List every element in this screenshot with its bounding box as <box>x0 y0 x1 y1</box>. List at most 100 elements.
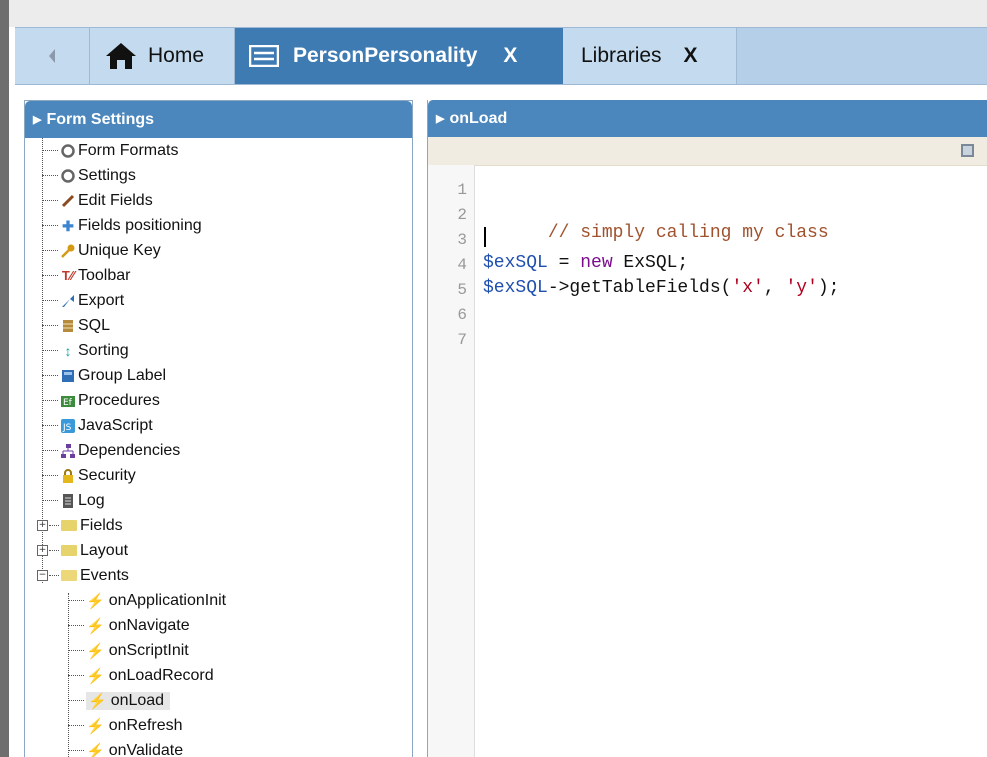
form-list-icon <box>249 45 279 67</box>
editor-title: onLoad <box>449 109 508 127</box>
tab-libraries-close-button[interactable]: X <box>684 44 698 68</box>
tree-item-label: onValidate <box>108 741 184 757</box>
tab-libraries[interactable]: Libraries X <box>563 28 737 84</box>
tab-scroll-left-button[interactable] <box>15 28 90 84</box>
lightning-bolt-icon: ⚡ <box>86 717 105 735</box>
folder-open-icon <box>61 570 77 581</box>
tree-item-label: Procedures <box>78 391 160 409</box>
selected-item-highlight: ⚡ onLoad <box>86 691 171 710</box>
code-line-5: $exSQL->getTableFields('x', 'y'); <box>483 278 840 298</box>
text-cursor <box>484 227 486 247</box>
tree-event-onrefresh[interactable]: ⚡ onRefresh <box>68 713 183 738</box>
tree-item-unique-key[interactable]: Unique Key <box>42 238 161 263</box>
tree-item-sorting[interactable]: ↕ Sorting <box>42 338 129 363</box>
tree-item-label: Form Formats <box>78 141 179 159</box>
group-label-icon <box>60 368 76 384</box>
form-settings-header[interactable]: ▶ Form Settings <box>25 101 412 138</box>
tree-item-label: Layout <box>80 541 129 559</box>
tree-item-label: JavaScript <box>78 416 153 434</box>
tree-item-label: onLoadRecord <box>108 666 214 684</box>
tree-item-label: Events <box>80 566 129 584</box>
tree-item-label: Edit Fields <box>78 191 153 209</box>
tree-item-label: Toolbar <box>78 266 131 284</box>
tree-item-fields-positioning[interactable]: ✚ Fields positioning <box>42 213 202 238</box>
lightning-bolt-icon: ⚡ <box>86 667 105 685</box>
tree-item-security[interactable]: Security <box>42 463 136 488</box>
lightning-bolt-icon: ⚡ <box>86 617 105 635</box>
tree-folder-fields[interactable]: + Fields <box>37 513 123 538</box>
lightning-bolt-icon: ⚡ <box>88 692 107 710</box>
tree-item-log[interactable]: Log <box>42 488 105 513</box>
gear-icon <box>60 168 76 184</box>
tree-item-toolbar[interactable]: T⁄⁄ Toolbar <box>42 263 130 288</box>
form-settings-title: Form Settings <box>46 110 155 128</box>
lightning-bolt-icon: ⚡ <box>86 592 105 610</box>
log-icon <box>60 493 76 509</box>
tree-folder-events[interactable]: − Events <box>37 563 129 588</box>
tab-personpersonality-close-button[interactable]: X <box>503 44 517 68</box>
tree-item-procedures[interactable]: Ef Procedures <box>42 388 160 413</box>
javascript-icon: JS <box>60 418 76 434</box>
editor-toolbar <box>428 137 987 166</box>
procedures-icon: Ef <box>60 393 76 409</box>
fullscreen-icon[interactable] <box>961 144 974 157</box>
tree-item-label: onApplicationInit <box>108 591 227 609</box>
tree-item-form-formats[interactable]: Form Formats <box>42 138 178 163</box>
tree-item-edit-fields[interactable]: Edit Fields <box>42 188 153 213</box>
tree-item-settings[interactable]: Settings <box>42 163 136 188</box>
tree-item-label: Export <box>78 291 125 309</box>
lightning-bolt-icon: ⚡ <box>86 642 105 660</box>
expand-triangle-icon: ▶ <box>436 113 445 125</box>
toolbar-icon: T⁄⁄ <box>61 267 75 283</box>
tree-item-label: Settings <box>78 166 136 184</box>
tree-item-label: Dependencies <box>78 441 181 459</box>
tree-item-label: Group Label <box>78 366 167 384</box>
tree-item-label: onLoad <box>110 691 165 709</box>
tree-item-label: Security <box>78 466 136 484</box>
move-arrows-icon: ✚ <box>62 217 74 234</box>
tab-home[interactable]: Home <box>90 28 235 84</box>
export-icon <box>60 293 76 309</box>
tree-event-onnavigate[interactable]: ⚡ onNavigate <box>68 613 190 638</box>
tree-item-label: Log <box>78 491 105 509</box>
top-strip <box>9 0 987 27</box>
tree-event-onscriptinit[interactable]: ⚡ onScriptInit <box>68 638 189 663</box>
tree-item-label: onNavigate <box>108 616 190 634</box>
tab-home-label: Home <box>148 44 205 67</box>
tree-item-dependencies[interactable]: Dependencies <box>42 438 180 463</box>
tree-event-onvalidate[interactable]: ⚡ onValidate <box>68 738 183 757</box>
tree-folder-layout[interactable]: + Layout <box>37 538 128 563</box>
tree-event-onload[interactable]: ⚡ onLoad <box>68 688 171 713</box>
expand-toggle[interactable]: + <box>37 520 48 531</box>
window-edge <box>0 0 9 757</box>
tree-item-javascript[interactable]: JS JavaScript <box>42 413 153 438</box>
gear-icon <box>60 143 76 159</box>
event-editor-panel: ▶ onLoad 1 2 3 4 5 6 7 // simply calling… <box>427 100 987 757</box>
folder-icon <box>61 545 77 556</box>
tree-item-label: SQL <box>78 316 111 334</box>
svg-text:JS: JS <box>62 423 72 433</box>
form-settings-panel: ▶ Form Settings Form Formats Settings Ed… <box>24 100 413 757</box>
code-editor[interactable]: // simply calling my class $exSQL = new … <box>428 165 987 757</box>
tree-item-label: onRefresh <box>108 716 183 734</box>
database-icon <box>60 318 76 334</box>
expand-triangle-icon: ▶ <box>33 114 42 126</box>
tree-event-onapplicationinit[interactable]: ⚡ onApplicationInit <box>68 588 226 613</box>
tab-libraries-label: Libraries <box>581 44 662 67</box>
key-icon <box>60 243 76 259</box>
tree-item-label: Fields positioning <box>78 216 202 234</box>
editor-header: ▶ onLoad <box>428 100 987 137</box>
hierarchy-icon <box>60 443 76 459</box>
tree-item-export[interactable]: Export <box>42 288 124 313</box>
tab-personpersonality[interactable]: PersonPersonality X <box>235 28 563 84</box>
settings-tree: Form Formats Settings Edit Fields ✚ Fiel… <box>25 138 412 757</box>
home-icon <box>106 43 136 69</box>
tab-bar: Home PersonPersonality X Libraries X <box>15 27 987 85</box>
tree-item-group-label[interactable]: Group Label <box>42 363 166 388</box>
tree-item-sql[interactable]: SQL <box>42 313 110 338</box>
collapse-toggle[interactable]: − <box>37 570 48 581</box>
expand-toggle[interactable]: + <box>37 545 48 556</box>
tree-event-onloadrecord[interactable]: ⚡ onLoadRecord <box>68 663 214 688</box>
tree-item-label: onScriptInit <box>108 641 189 659</box>
tree-item-label: Unique Key <box>78 241 161 259</box>
